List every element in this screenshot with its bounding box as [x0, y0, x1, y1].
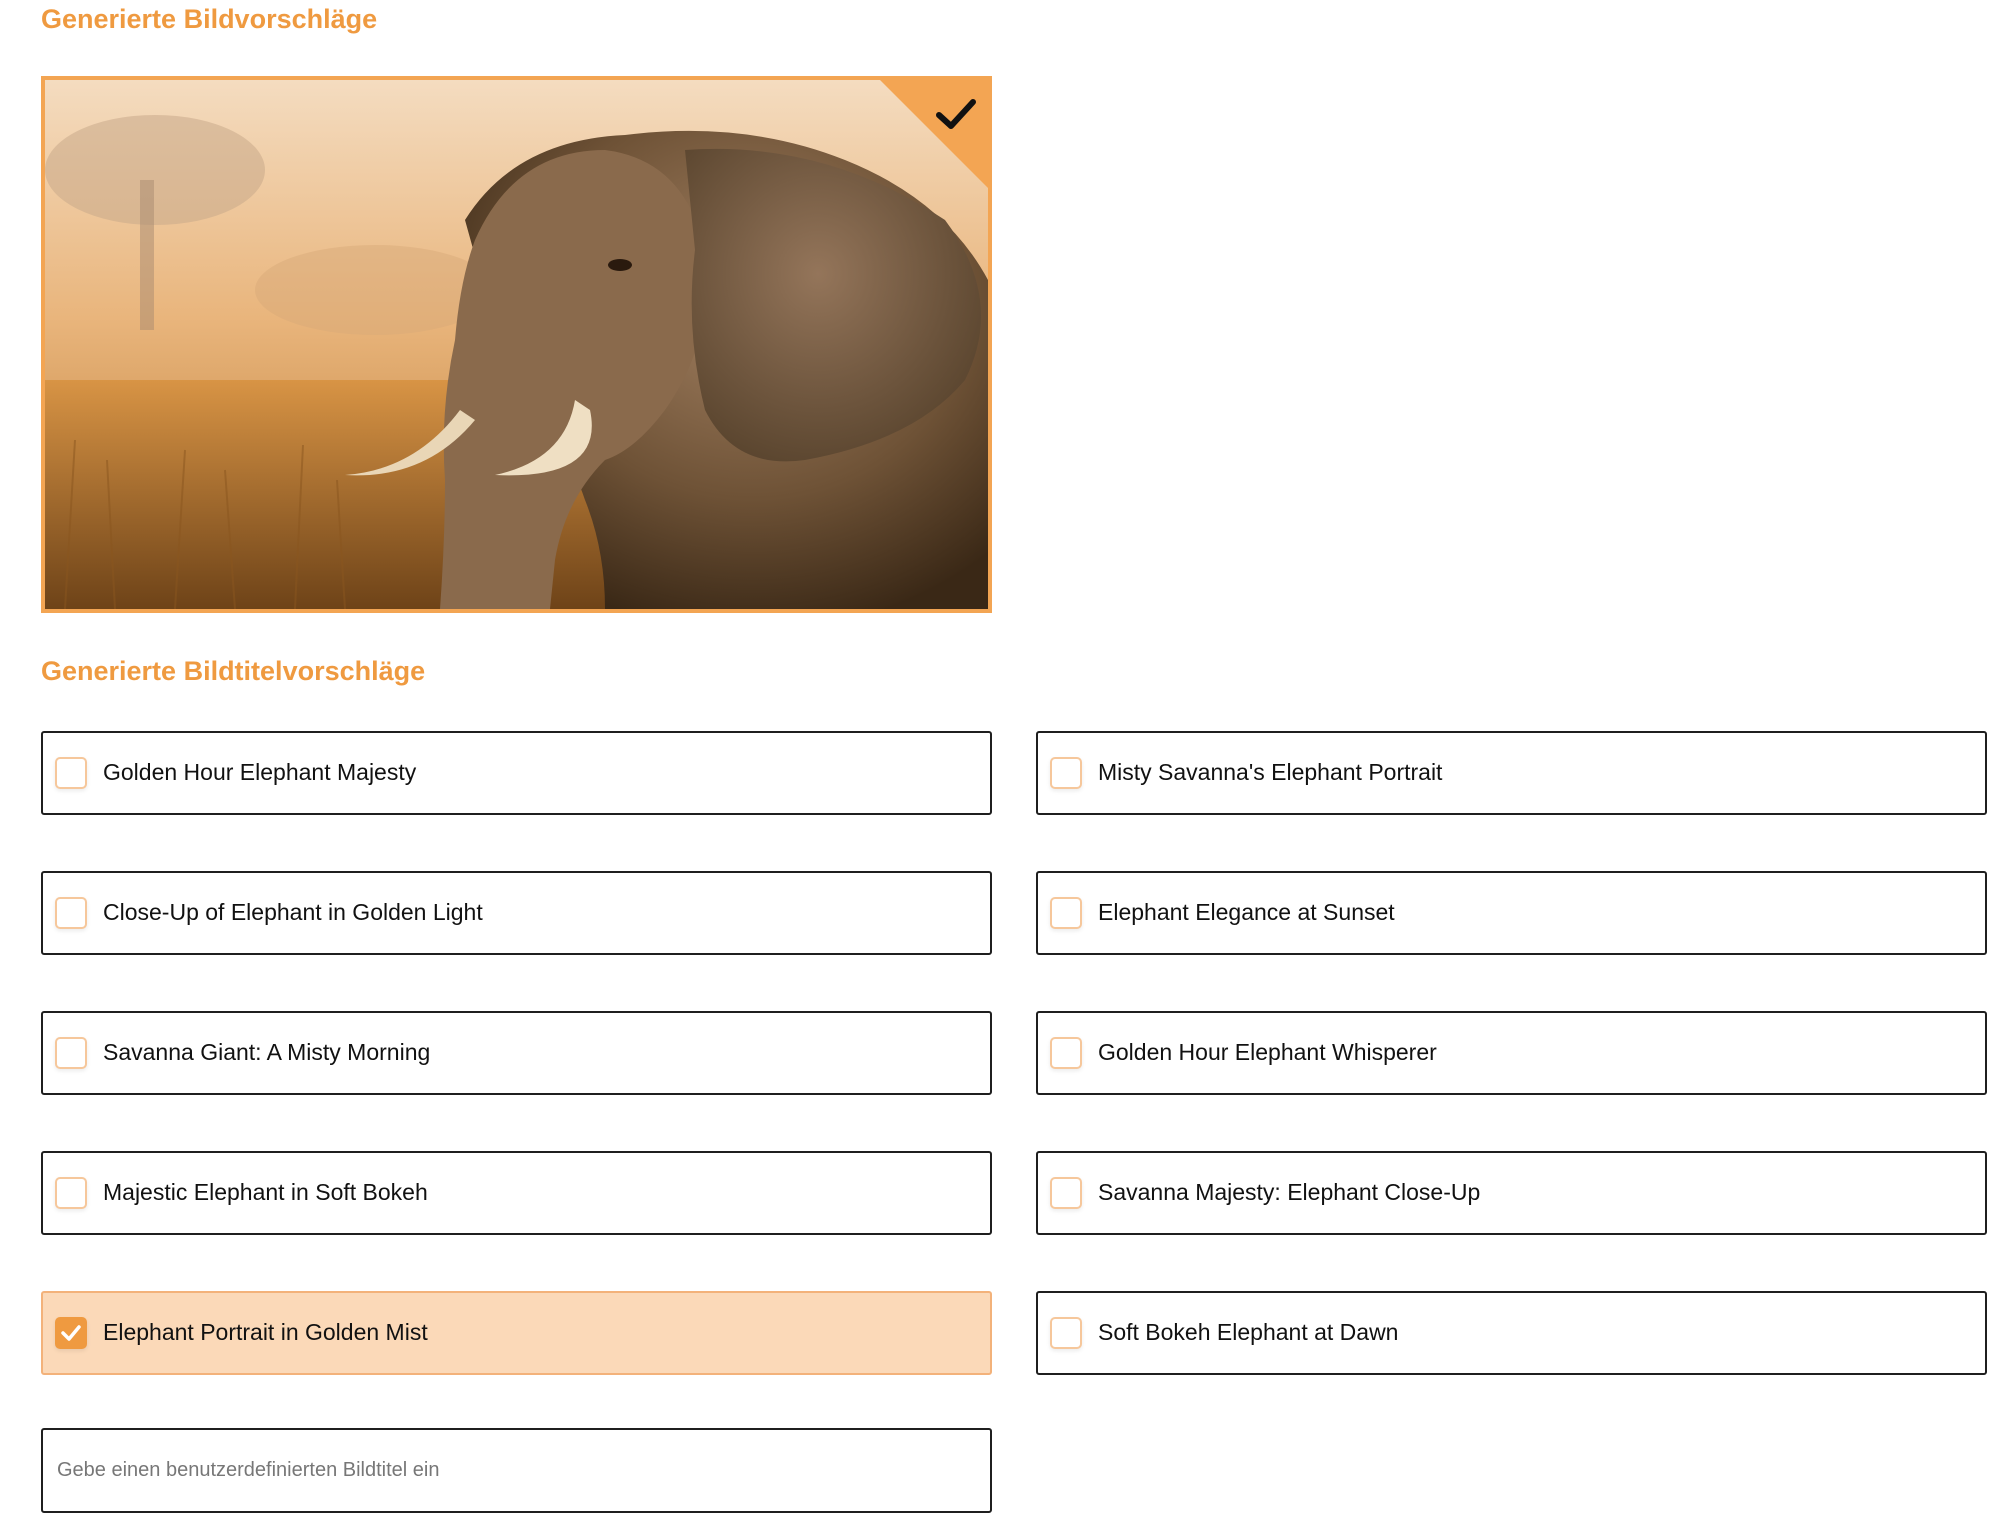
checkbox[interactable]	[1050, 1177, 1082, 1209]
custom-title-input[interactable]	[41, 1428, 992, 1513]
title-option[interactable]: Golden Hour Elephant Whisperer	[1036, 1011, 1987, 1095]
title-option[interactable]: Savanna Giant: A Misty Morning	[41, 1011, 992, 1095]
title-option-label: Close-Up of Elephant in Golden Light	[103, 899, 483, 925]
title-option[interactable]: Savanna Majesty: Elephant Close-Up	[1036, 1151, 1987, 1235]
checkmark-icon	[61, 1325, 81, 1341]
checkbox[interactable]	[55, 757, 87, 789]
title-option-label: Majestic Elephant in Soft Bokeh	[103, 1179, 428, 1205]
title-option[interactable]: Majestic Elephant in Soft Bokeh	[41, 1151, 992, 1235]
checkbox[interactable]	[1050, 1317, 1082, 1349]
title-option[interactable]: Soft Bokeh Elephant at Dawn	[1036, 1291, 1987, 1375]
title-option-label: Savanna Majesty: Elephant Close-Up	[1098, 1179, 1481, 1205]
checkbox[interactable]	[55, 1037, 87, 1069]
checkbox[interactable]	[1050, 1037, 1082, 1069]
checkbox-checked[interactable]	[55, 1317, 87, 1349]
title-option-label: Elephant Portrait in Golden Mist	[103, 1319, 428, 1345]
title-option-label: Golden Hour Elephant Majesty	[103, 759, 417, 785]
title-option-label: Golden Hour Elephant Whisperer	[1098, 1039, 1437, 1065]
title-option-label: Soft Bokeh Elephant at Dawn	[1098, 1319, 1399, 1345]
title-option-label: Elephant Elegance at Sunset	[1098, 899, 1395, 925]
title-option[interactable]: Misty Savanna's Elephant Portrait	[1036, 731, 1987, 815]
check-icon	[936, 99, 976, 129]
title-option-label: Savanna Giant: A Misty Morning	[103, 1039, 431, 1065]
page: Generierte Bildvorschläge Generierte Bil…	[0, 0, 2000, 1521]
checkbox[interactable]	[1050, 897, 1082, 929]
title-option[interactable]: Elephant Elegance at Sunset	[1036, 871, 1987, 955]
checkbox[interactable]	[55, 1177, 87, 1209]
checkbox[interactable]	[55, 897, 87, 929]
title-option[interactable]: Elephant Portrait in Golden Mist	[41, 1291, 992, 1375]
elephant-image	[45, 80, 988, 609]
title-option[interactable]: Golden Hour Elephant Majesty	[41, 731, 992, 815]
title-suggestions-heading: Generierte Bildtitelvorschläge	[41, 656, 426, 686]
image-suggestions-heading: Generierte Bildvorschläge	[41, 4, 378, 34]
title-option[interactable]: Close-Up of Elephant in Golden Light	[41, 871, 992, 955]
checkbox[interactable]	[1050, 757, 1082, 789]
title-option-label: Misty Savanna's Elephant Portrait	[1098, 759, 1443, 785]
image-suggestion-card[interactable]	[41, 76, 992, 613]
